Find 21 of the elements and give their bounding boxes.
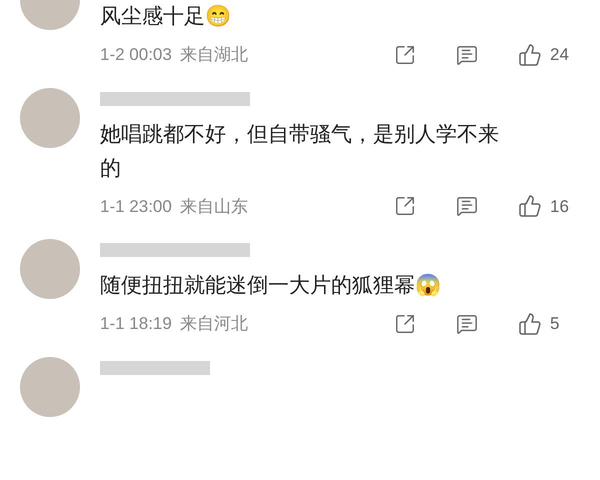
- comment-icon[interactable]: [456, 195, 478, 218]
- like-count: 24: [550, 44, 570, 66]
- comment-time: 1-1 23:00: [100, 196, 172, 218]
- like-icon[interactable]: [518, 312, 542, 336]
- like-icon[interactable]: [518, 194, 542, 218]
- share-icon[interactable]: [394, 195, 416, 218]
- like-icon[interactable]: [518, 42, 542, 67]
- comment-text: 风尘感十足😁: [100, 4, 232, 30]
- comment-text: 她唱跳都不好，但自带骚气，是别人学不来的: [100, 122, 500, 182]
- comment-time: 1-2 00:03: [100, 44, 172, 66]
- comment-time: 1-1 18:19: [100, 313, 172, 335]
- share-icon[interactable]: [394, 312, 416, 335]
- like-count: 5: [550, 313, 560, 335]
- comment-text: 随便扭扭就能迷倒一大片的狐狸幂😱: [100, 273, 442, 299]
- comment-location: 来自河北: [180, 313, 248, 335]
- comment-location: 来自山东: [180, 196, 248, 218]
- comment-location: 来自湖北: [180, 44, 248, 66]
- comment-icon[interactable]: [456, 312, 478, 335]
- share-icon[interactable]: [394, 44, 416, 66]
- like-count: 16: [550, 196, 570, 218]
- comment-icon[interactable]: [456, 44, 478, 66]
